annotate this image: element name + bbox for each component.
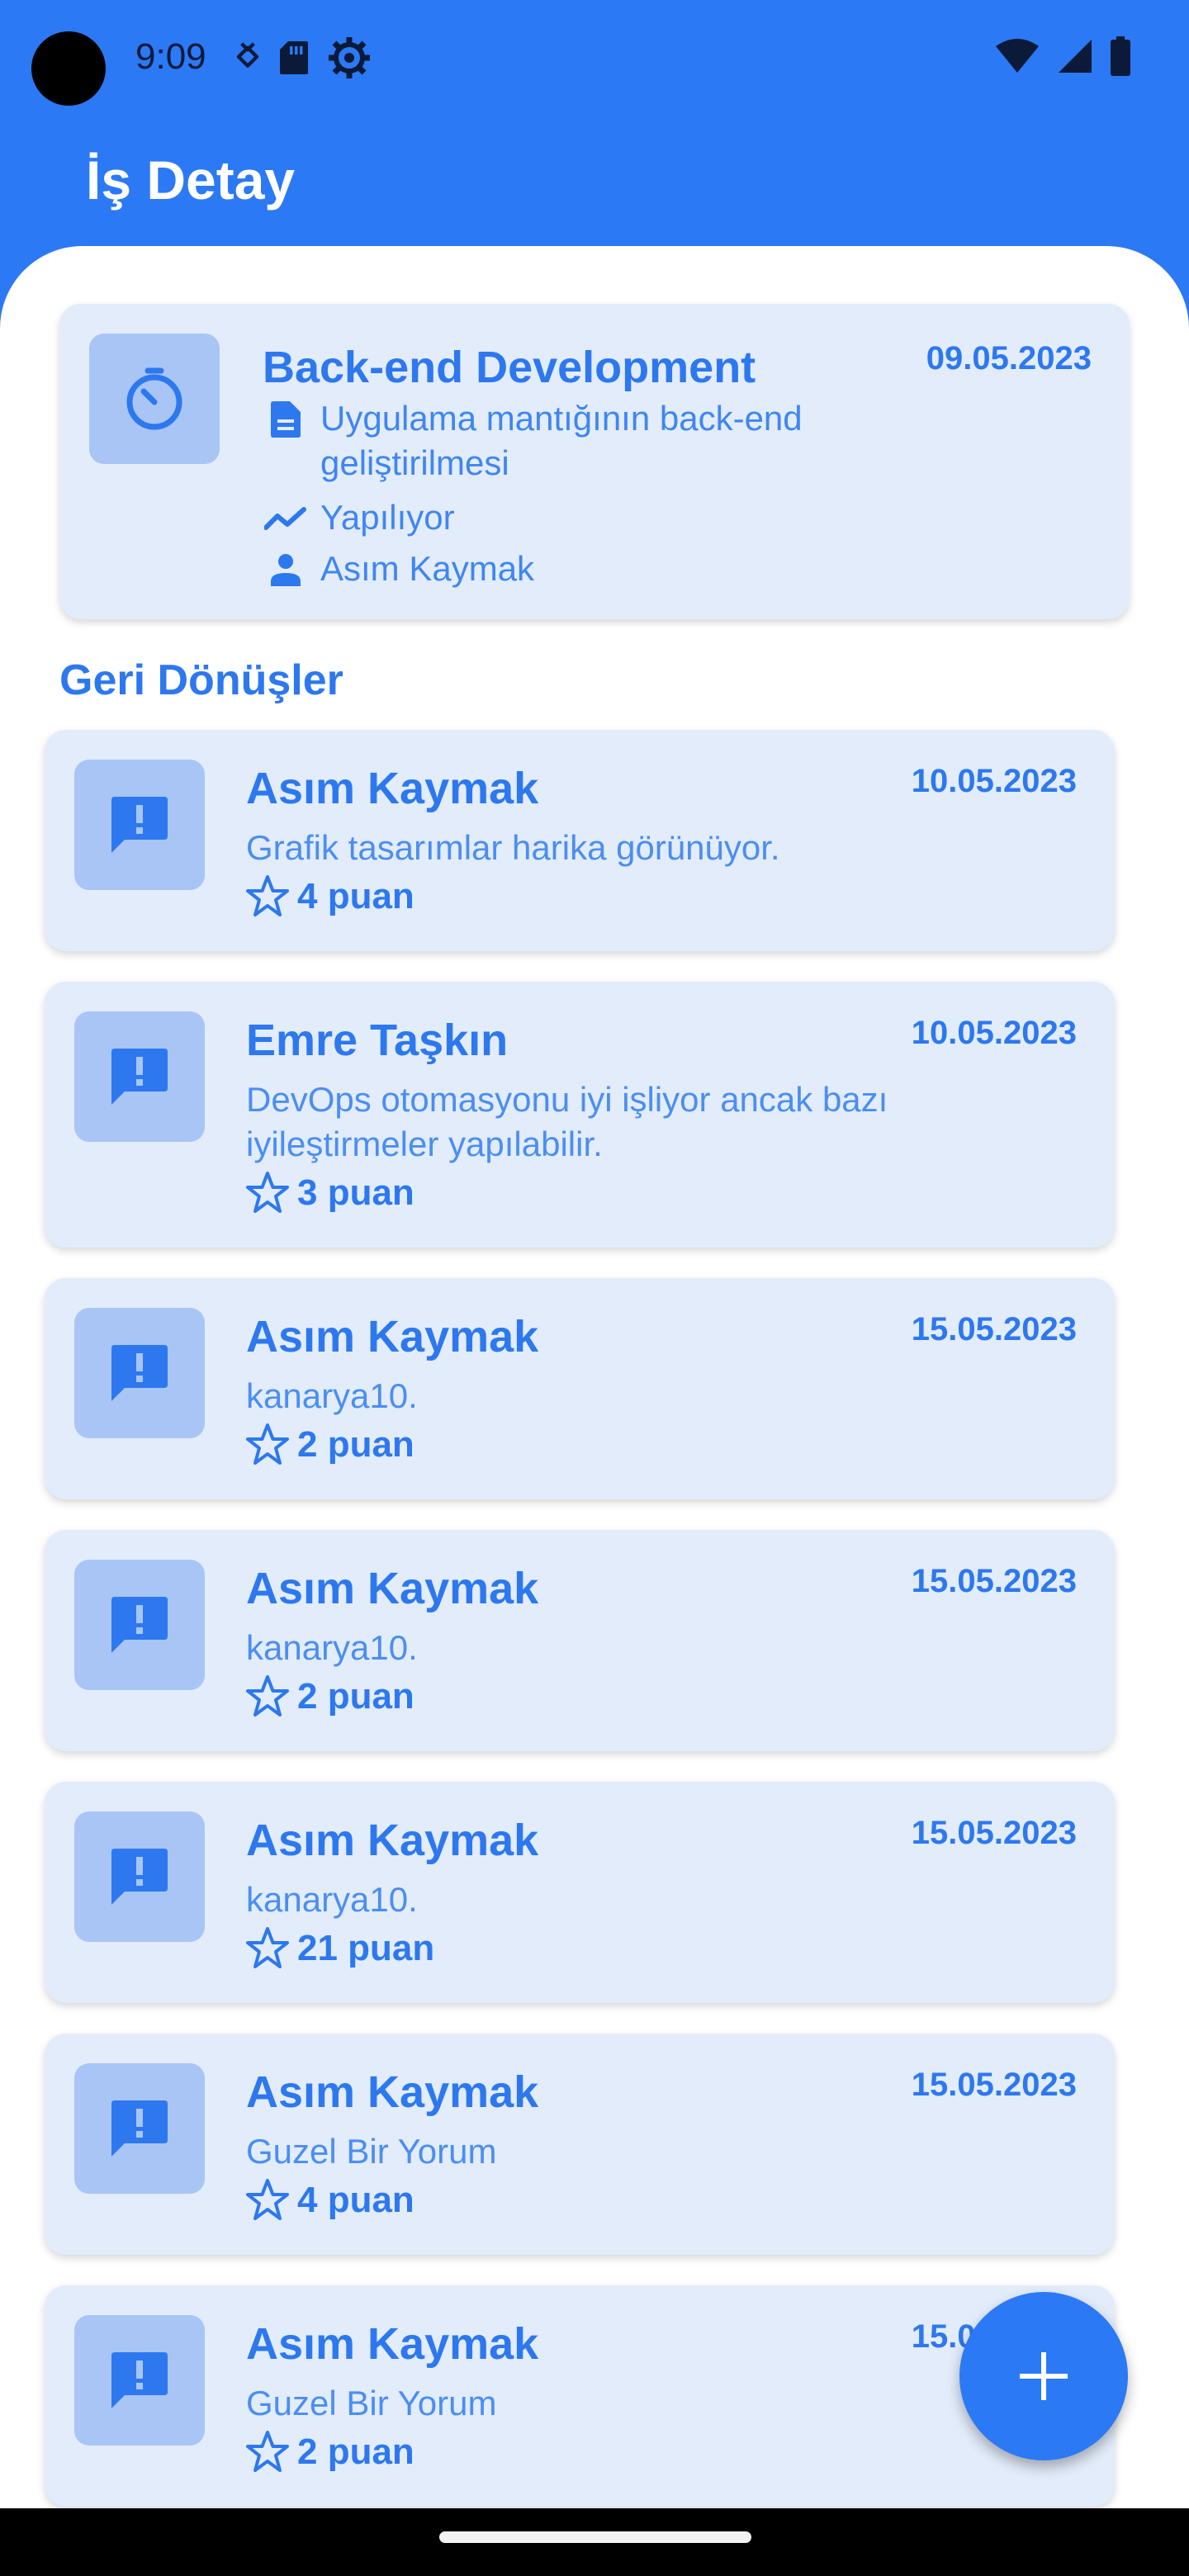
feedback-icon-tile <box>74 1811 205 1942</box>
battery-icon <box>1111 36 1130 76</box>
trending-icon <box>264 507 306 530</box>
status-icons-left <box>235 35 371 81</box>
task-status-row: Yapılıyor <box>263 495 849 542</box>
feedback-icon <box>111 1049 168 1105</box>
add-feedback-button[interactable] <box>959 2292 1128 2460</box>
feedback-icon <box>111 1597 168 1653</box>
task-status: Yapılıyor <box>320 498 455 537</box>
feedback-rating: 4 puan <box>244 2177 414 2223</box>
settings-gear-icon <box>329 37 370 78</box>
sd-card-icon <box>280 41 308 74</box>
feedback-card[interactable]: Asım Kaymak 15.05.2023 kanarya10. 2 puan <box>45 1278 1115 1499</box>
person-icon <box>271 554 301 586</box>
feedback-card[interactable]: Asım Kaymak 15.05.2023 kanarya10. 21 puan <box>45 1782 1115 2003</box>
feedback-rating-value: 2 puan <box>297 1424 414 1465</box>
star-outline-icon <box>246 1423 289 1465</box>
task-assignee-row: Asım Kaymak <box>263 547 849 593</box>
feedback-rating: 4 puan <box>244 874 414 920</box>
feedback-rating: 2 puan <box>244 1674 414 1720</box>
camera-cutout <box>31 31 106 106</box>
feedback-author: Asım Kaymak <box>246 1312 539 1361</box>
status-bar: 9:09 <box>0 0 1189 116</box>
plus-icon <box>1020 2352 1068 2400</box>
download-status-icon <box>236 42 259 68</box>
feedback-icon <box>111 2100 168 2157</box>
feedback-card[interactable]: Asım Kaymak 15.05.2023 Guzel Bir Yorum 4 pu… <box>45 2034 1115 2255</box>
home-indicator[interactable] <box>439 2531 751 2543</box>
feedback-rating: 2 puan <box>244 2429 414 2475</box>
feedback-author: Asım Kaymak <box>246 1564 539 1613</box>
feedback-rating-value: 3 puan <box>297 1172 414 1213</box>
feedback-comment: kanarya10. <box>246 1880 418 1919</box>
feedback-author: Asım Kaymak <box>246 2319 539 2369</box>
status-icons-right <box>994 33 1131 79</box>
feedback-author: Asım Kaymak <box>246 2067 539 2117</box>
content-sheet: Back-end Development 09.05.2023 Uygulama… <box>0 246 1189 2508</box>
feedback-icon-tile <box>74 1308 205 1438</box>
feedback-date: 15.05.2023 <box>911 1563 1077 1599</box>
task-assignee: Asım Kaymak <box>320 549 535 588</box>
task-date: 09.05.2023 <box>926 340 1092 376</box>
feedback-card[interactable]: Asım Kaymak 10.05.2023 Grafik tasarımlar h… <box>45 730 1115 951</box>
feedback-rating-value: 2 puan <box>297 2432 414 2472</box>
feedback-icon <box>111 1849 168 1905</box>
feedback-icon-tile <box>74 2315 205 2446</box>
feedback-comment: Grafik tasarımlar harika görünüyor. <box>246 828 780 867</box>
feedback-date: 15.05.2023 <box>911 1815 1077 1851</box>
star-outline-icon <box>246 1927 289 1968</box>
feedback-rating: 3 puan <box>244 1170 414 1216</box>
document-icon <box>271 401 301 438</box>
star-outline-icon <box>246 1172 289 1213</box>
signal-icon <box>1059 40 1092 73</box>
feedback-card[interactable]: Asım Kaymak15.05.2023Guzel Bir Yorum2 pu… <box>45 2285 1115 2507</box>
feedback-comment: kanarya10. <box>246 1376 418 1415</box>
task-title: Back-end Development <box>263 343 756 392</box>
feedback-author: Emre Taşkın <box>246 1016 509 1065</box>
feedback-comment: Guzel Bir Yorum <box>246 2384 497 2422</box>
feedback-author: Asım Kaymak <box>246 764 539 813</box>
feedback-rating: 2 puan <box>244 1422 414 1468</box>
feedback-icon <box>111 1345 168 1401</box>
page-title: İş Detay <box>86 149 296 211</box>
feedback-card[interactable]: Emre Taşkın 10.05.2023 DevOps otomasyonu i… <box>45 982 1115 1248</box>
feedback-author: Asım Kaymak <box>246 1816 539 1865</box>
task-icon-tile <box>89 334 220 464</box>
star-outline-icon <box>246 875 289 916</box>
status-time: 9:09 <box>135 36 206 77</box>
feedback-rating-value: 4 puan <box>297 876 414 916</box>
star-outline-icon <box>246 1675 289 1717</box>
feedback-date: 15.05.2023 <box>911 2067 1077 2103</box>
feedback-icon-tile <box>74 1011 205 1142</box>
feedback-rating-value: 21 puan <box>297 1928 435 1968</box>
task-card[interactable]: Back-end Development 09.05.2023 Uygulama… <box>59 304 1130 619</box>
feedback-rating-value: 4 puan <box>297 2180 414 2220</box>
feedback-date: 10.05.2023 <box>911 1015 1077 1051</box>
feedback-icon-tile <box>74 1560 205 1690</box>
feedback-icon <box>111 2352 168 2408</box>
feedback-rating-value: 2 puan <box>297 1676 414 1717</box>
feedback-comment: Guzel Bir Yorum <box>246 2132 497 2171</box>
feedback-date: 15.05.2023 <box>911 1311 1077 1347</box>
star-outline-icon <box>246 2179 289 2220</box>
feedback-rating: 21 puan <box>244 1925 434 1972</box>
feedback-comment: DevOps otomasyonu iyi işliyor ancak bazı… <box>246 1080 888 1163</box>
timer-icon <box>126 367 182 430</box>
feedback-date: 10.05.2023 <box>911 763 1077 799</box>
wifi-icon <box>996 39 1039 73</box>
feedback-icon-tile <box>74 2063 205 2194</box>
feedback-section-title: Geri Dönüşler <box>59 656 343 704</box>
feedback-icon <box>111 797 168 853</box>
feedback-card[interactable]: Asım Kaymak 15.05.2023 kanarya10. 2 puan <box>45 1530 1115 1751</box>
feedback-icon-tile <box>74 760 205 890</box>
task-description: Uygulama mantığının back-end geliştirilm… <box>320 399 803 482</box>
feedback-comment: kanarya10. <box>246 1628 418 1667</box>
star-outline-icon <box>246 2431 289 2472</box>
task-description-row: Uygulama mantığının back-end geliştirilm… <box>263 396 849 485</box>
